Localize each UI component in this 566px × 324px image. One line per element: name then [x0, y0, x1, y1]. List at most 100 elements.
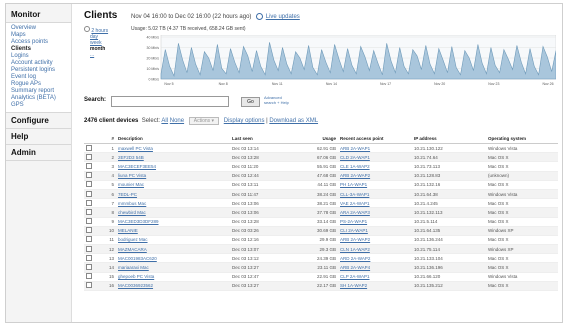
row-checkbox-cell[interactable]: [84, 180, 98, 190]
row-checkbox-cell[interactable]: [84, 226, 98, 236]
col-description[interactable]: Description: [116, 133, 230, 144]
row-checkbox[interactable]: [86, 153, 92, 160]
row-checkbox-cell[interactable]: [84, 272, 98, 282]
row-checkbox-cell[interactable]: [84, 152, 98, 163]
row-access-point[interactable]: CLN 1A-WAP2: [338, 244, 412, 255]
row-access-point[interactable]: ARB 2A-WAP4: [338, 262, 412, 273]
sidebar-section-configure[interactable]: Configure: [6, 113, 71, 129]
row-checkbox[interactable]: [86, 199, 92, 206]
sidebar-item-gps[interactable]: GPS: [6, 102, 71, 109]
sidebar-item-rogue-aps[interactable]: Rogue APs: [6, 81, 71, 88]
row-checkbox[interactable]: [86, 218, 92, 225]
sidebar-item-persistent-logins[interactable]: Persistent logins: [6, 67, 71, 74]
row-description[interactable]: ghepoeb PC Vista: [116, 272, 230, 282]
row-description[interactable]: MAC0036923562: [116, 281, 230, 292]
table-row[interactable]: 9 MAC3ED3D3DF289 Dec 03 13:28 33.14 GB PS-2A…: [84, 217, 558, 227]
table-row[interactable]: 7 mmmbus Mac Dec 03 13:06 38.21 GB VAE 2A-WA…: [84, 198, 558, 209]
row-checkbox-cell[interactable]: [84, 235, 98, 246]
row-description[interactable]: chewbird Mac: [116, 207, 230, 218]
row-checkbox-cell[interactable]: [84, 198, 98, 209]
row-checkbox-cell[interactable]: [84, 262, 98, 273]
row-access-point[interactable]: ARB 2A-WAP2: [338, 171, 412, 181]
col-ip-address[interactable]: IP address: [412, 133, 486, 144]
table-row[interactable]: 14 mariaaraxi Mac Dec 03 13:27 23.11 GB ARB …: [84, 262, 558, 273]
col-operating-system[interactable]: Operating system: [486, 133, 558, 144]
row-checkbox[interactable]: [86, 208, 92, 215]
row-description[interactable]: bodriguez Mac: [116, 235, 230, 246]
col-access-point[interactable]: Recent access point: [338, 133, 412, 144]
row-access-point[interactable]: CLL-3A-WAP1: [338, 189, 412, 200]
row-access-point[interactable]: CLD 2A-WAP1: [338, 152, 412, 163]
row-checkbox[interactable]: [86, 236, 92, 243]
live-updates-link[interactable]: Live updates: [266, 14, 300, 20]
row-checkbox-cell[interactable]: [84, 244, 98, 255]
row-description[interactable]: MAZMACARA: [116, 244, 230, 255]
row-access-point[interactable]: ARD 2A-WAP2: [338, 253, 412, 264]
row-checkbox-cell[interactable]: [84, 143, 98, 154]
period-more[interactable]: ...: [84, 52, 124, 58]
row-checkbox-cell[interactable]: [84, 217, 98, 227]
col-last-seen[interactable]: Last seen: [230, 133, 304, 144]
sidebar-section-admin[interactable]: Admin: [6, 145, 71, 161]
table-row[interactable]: 12 MAZMACARA Dec 03 13:07 29.3 GB CLN 1A-WAP…: [84, 244, 558, 255]
row-checkbox[interactable]: [86, 162, 92, 169]
advanced-search-link[interactable]: Advanced search + Help: [264, 95, 294, 105]
display-options-link[interactable]: Display options: [224, 118, 265, 124]
sidebar-item-clients[interactable]: Clients: [6, 46, 71, 53]
live-updates-checkbox[interactable]: [256, 13, 264, 20]
period-2-hours[interactable]: 2 hours: [84, 26, 124, 34]
row-access-point[interactable]: ARB 2A-WAP2: [338, 235, 412, 246]
row-access-point[interactable]: VAE 2A-WAP1: [338, 198, 412, 209]
table-row[interactable]: 5 mounier Mac Dec 03 13:11 44.11 GB PH 1A-WA…: [84, 180, 558, 190]
row-description[interactable]: liuna PC Vista: [116, 171, 230, 181]
sidebar-section-help[interactable]: Help: [6, 129, 71, 145]
sidebar-item-maps[interactable]: Maps: [6, 32, 71, 39]
table-row[interactable]: 2 2EF2D3 54B Dec 03 13:28 67.06 GB CLD 2A-WA…: [84, 152, 558, 163]
row-description[interactable]: MAC001983AC620: [116, 253, 230, 264]
row-access-point[interactable]: CLP 2A-WAP1: [338, 272, 412, 282]
row-description[interactable]: MELANIE: [116, 226, 230, 236]
row-description[interactable]: 7EDL-PC: [116, 189, 230, 200]
row-checkbox[interactable]: [86, 254, 92, 261]
table-row[interactable]: 3 MAC3ECEF3EE54 Dec 03 11:20 55.91 GB CLE 1A…: [84, 161, 558, 172]
row-description[interactable]: MAC3ED3D3DF289: [116, 217, 230, 227]
table-row[interactable]: 1 maxwell PC Vista Dec 03 13:14 62.91 GB ARB…: [84, 143, 558, 154]
select-all-link[interactable]: All: [161, 118, 168, 124]
row-checkbox-cell[interactable]: [84, 207, 98, 218]
row-checkbox[interactable]: [86, 264, 92, 271]
row-description[interactable]: maxwell PC Vista: [116, 143, 230, 154]
row-checkbox[interactable]: [86, 181, 92, 188]
actions-dropdown[interactable]: Actions ▾: [188, 117, 220, 125]
sidebar-item-logins[interactable]: Logins: [6, 53, 71, 60]
row-checkbox[interactable]: [86, 144, 92, 151]
row-checkbox[interactable]: [86, 282, 92, 289]
row-description[interactable]: 2EF2D3 54B: [116, 152, 230, 163]
table-row[interactable]: 11 bodriguez Mac Dec 03 12:16 29.9 GB ARB 2A…: [84, 235, 558, 246]
row-checkbox[interactable]: [86, 172, 92, 179]
sidebar-item-account-activity[interactable]: Account activity: [6, 60, 71, 67]
table-row[interactable]: 8 chewbird Mac Dec 03 13:06 37.78 GB ARA 2A-…: [84, 207, 558, 218]
row-checkbox-cell[interactable]: [84, 171, 98, 181]
row-access-point[interactable]: ARA 2A-WAP3: [338, 207, 412, 218]
row-checkbox-cell[interactable]: [84, 161, 98, 172]
row-access-point[interactable]: PH 1A-WAP1: [338, 180, 412, 190]
row-description[interactable]: mariaaraxi Mac: [116, 262, 230, 273]
table-row[interactable]: 13 MAC001983AC620 Dec 03 13:12 24.39 GB ARD …: [84, 253, 558, 264]
search-go-button[interactable]: Go: [241, 97, 260, 107]
table-row[interactable]: 16 MAC0036923562 Dec 03 13:27 22.17 GB SH 1A…: [84, 281, 558, 292]
row-description[interactable]: mmmbus Mac: [116, 198, 230, 209]
sidebar-item-overview[interactable]: Overview: [6, 25, 71, 32]
row-description[interactable]: MAC3ECEF3EE54: [116, 161, 230, 172]
row-checkbox[interactable]: [86, 227, 92, 234]
search-input[interactable]: [111, 96, 229, 107]
col-index[interactable]: #: [98, 133, 116, 144]
row-access-point[interactable]: CLE 1A-WAP2: [338, 161, 412, 172]
col-usage[interactable]: Usage: [304, 133, 338, 144]
row-checkbox[interactable]: [86, 245, 92, 252]
table-row[interactable]: 15 ghepoeb PC Vista Dec 03 12:47 22.91 GB CL…: [84, 272, 558, 282]
row-access-point[interactable]: CLI 2A-WAP1: [338, 226, 412, 236]
row-checkbox[interactable]: [86, 273, 92, 280]
sidebar-item-event-log[interactable]: Event log: [6, 74, 71, 81]
sidebar-section-monitor[interactable]: Monitor: [6, 4, 71, 23]
row-checkbox-cell[interactable]: [84, 189, 98, 200]
